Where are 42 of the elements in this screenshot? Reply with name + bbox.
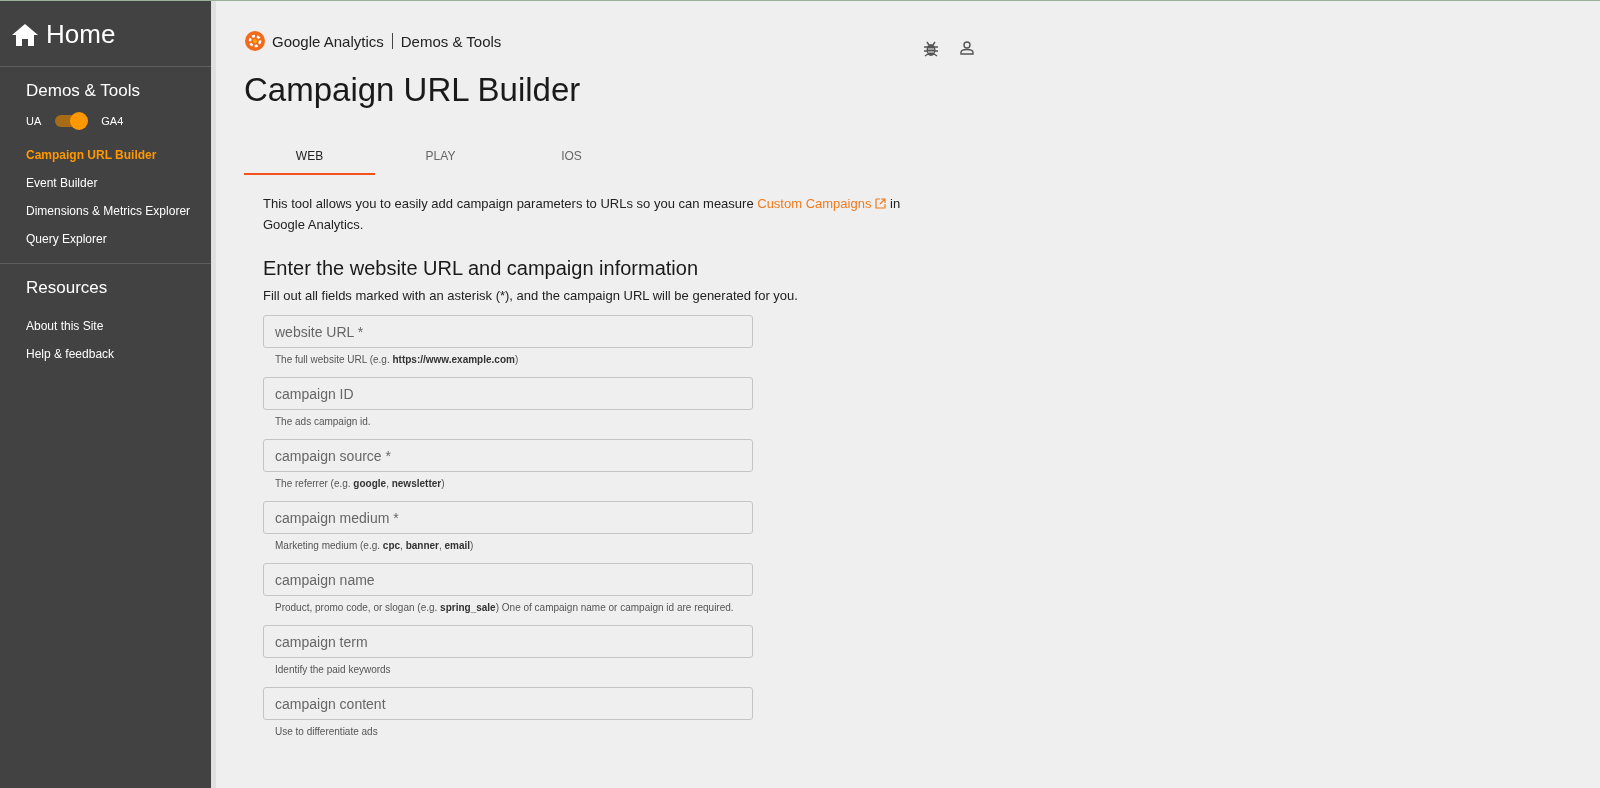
bug-icon bbox=[924, 41, 938, 57]
toggle-label: GA4 bbox=[101, 115, 124, 127]
helper-text: The referrer (e.g. google, newsletter) bbox=[275, 478, 446, 491]
platform-tab[interactable]: PLAY bbox=[375, 139, 506, 175]
bug-report-button[interactable] bbox=[924, 41, 938, 57]
instructions-text: Fill out all fields marked with an asterisk (*), and the campaign URL will be generated for you. bbox=[263, 288, 799, 303]
sidebar-item[interactable]: Query Explorer bbox=[26, 225, 211, 253]
input-field[interactable]: campaign content bbox=[263, 687, 753, 720]
product-name: Demos & Tools bbox=[400, 32, 502, 50]
helper-text: Use to differentiate ads bbox=[275, 726, 379, 739]
page-title: Campaign URL Builder bbox=[244, 71, 582, 109]
helper-text: The full website URL (e.g. https://www.example.com) bbox=[275, 354, 520, 367]
sidebar-item[interactable]: Help & feedback bbox=[26, 340, 211, 368]
home-link[interactable]: Home bbox=[0, 1, 211, 67]
helper-text: The ads campaign id. bbox=[275, 416, 372, 429]
brand-name: Google Analytics bbox=[272, 32, 384, 50]
person-icon bbox=[960, 41, 974, 55]
intro-text: This tool allows you to easily add campaign parameters to URLs so you can measure Custom Campaigns in Google Analytics. bbox=[263, 195, 902, 234]
input-field[interactable]: campaign medium * bbox=[263, 501, 753, 534]
platform-tab[interactable]: WEB bbox=[244, 139, 375, 175]
sidebar-heading: Resources bbox=[26, 278, 109, 298]
input-field[interactable]: campaign source * bbox=[263, 439, 753, 472]
helper-text: Product, promo code, or slogan (e.g. spring_sale) One of campaign name or campaign id are required. bbox=[275, 602, 735, 615]
home-icon bbox=[12, 23, 38, 46]
sidebar-item[interactable]: Dimensions & Metrics Explorer bbox=[26, 197, 211, 225]
sidebar-item[interactable]: About this Site bbox=[26, 312, 211, 340]
toggle-label: UA bbox=[26, 115, 42, 127]
external-link-icon bbox=[875, 198, 887, 209]
input-field[interactable]: campaign term bbox=[263, 625, 753, 658]
helper-text: Identify the paid keywords bbox=[275, 664, 392, 677]
input-field[interactable]: campaign ID bbox=[263, 377, 753, 410]
section-heading: Enter the website URL and campaign information bbox=[263, 257, 700, 280]
helper-text: Marketing medium (e.g. cpc, banner, email) bbox=[275, 540, 475, 553]
input-field[interactable]: campaign name bbox=[263, 563, 753, 596]
sidebar-heading: Demos & Tools bbox=[26, 81, 141, 101]
version-switch[interactable] bbox=[55, 115, 88, 127]
platform-tab[interactable]: IOS bbox=[506, 139, 637, 175]
sidebar-item[interactable]: Campaign URL Builder bbox=[26, 141, 211, 169]
sidebar-item[interactable]: Event Builder bbox=[26, 169, 211, 197]
input-field[interactable]: website URL * bbox=[263, 315, 753, 348]
account-button[interactable] bbox=[960, 41, 974, 57]
gear-logo-icon bbox=[244, 30, 266, 52]
